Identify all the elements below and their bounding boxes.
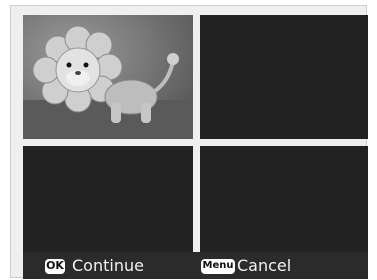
cancel-label: Cancel bbox=[237, 256, 292, 275]
photo-thumbnail-3[interactable] bbox=[23, 146, 193, 252]
continue-button[interactable]: OK Continue bbox=[45, 257, 144, 275]
footer-bar: OK Continue Menu Cancel bbox=[23, 252, 368, 279]
cancel-button[interactable]: Menu Cancel bbox=[201, 257, 291, 275]
photo-thumbnail-2[interactable] bbox=[200, 15, 368, 139]
continue-label: Continue bbox=[72, 256, 144, 275]
crochet-lion-photo-icon bbox=[23, 15, 193, 139]
ok-key-icon: OK bbox=[45, 258, 65, 274]
photo-thumbnail-1[interactable] bbox=[23, 15, 193, 139]
photo-thumbnail-4[interactable] bbox=[200, 146, 368, 252]
menu-key-icon: Menu bbox=[201, 258, 235, 274]
camera-screen: OK Continue Menu Cancel bbox=[10, 5, 368, 279]
